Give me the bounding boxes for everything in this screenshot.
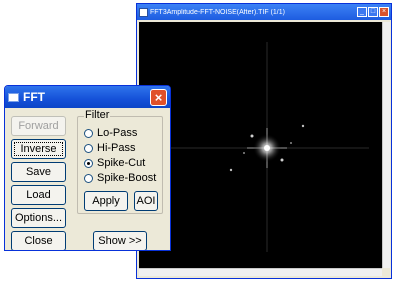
radio-label: Spike-Cut	[97, 157, 146, 169]
radio-button-selected[interactable]	[84, 158, 93, 168]
image-window-titlebar[interactable]: FFT3Amplitude-FFT-NOISE(After).TIF (1/1)…	[137, 4, 391, 20]
fft-dialog-titlebar[interactable]: FFT ×	[5, 86, 170, 108]
radio-label: Hi-Pass	[97, 142, 136, 154]
radio-label: Lo-Pass	[97, 127, 138, 139]
vertical-scrollbar[interactable]	[382, 22, 390, 268]
apply-button[interactable]: Apply	[84, 191, 128, 211]
radio-spike-cut[interactable]: Spike-Cut	[84, 156, 145, 170]
options-button[interactable]: Options...	[11, 208, 66, 228]
radio-button[interactable]	[84, 173, 93, 183]
close-button[interactable]: Close	[11, 231, 66, 250]
radio-hi-pass[interactable]: Hi-Pass	[84, 141, 136, 155]
fft-dialog-title: FFT	[23, 90, 45, 104]
dialog-close-icon[interactable]: ×	[150, 88, 167, 106]
aoi-button[interactable]: AOI	[134, 191, 158, 211]
forward-button[interactable]: Forward	[11, 116, 66, 136]
image-window-title: FFT3Amplitude-FFT-NOISE(After).TIF (1/1)	[150, 8, 285, 16]
maximize-button[interactable]: □	[368, 7, 378, 17]
load-button[interactable]: Load	[11, 185, 66, 205]
image-window: FFT3Amplitude-FFT-NOISE(After).TIF (1/1)…	[136, 3, 392, 279]
horizontal-scrollbar[interactable]	[139, 268, 382, 276]
window-icon	[8, 92, 19, 102]
show-more-button[interactable]: Show >>	[93, 231, 147, 250]
minimize-button[interactable]: _	[357, 7, 367, 17]
save-button[interactable]: Save	[11, 162, 66, 182]
radio-label: Spike-Boost	[97, 172, 157, 184]
filter-group: Filter Lo-Pass Hi-Pass Spike-Cut Spike-B…	[77, 109, 163, 214]
radio-button[interactable]	[84, 128, 93, 138]
fft-dialog: FFT × Forward Inverse Save Load Options.…	[4, 85, 171, 251]
fft-spectrum-image[interactable]	[139, 22, 382, 268]
inverse-button[interactable]: Inverse	[11, 139, 66, 159]
radio-lo-pass[interactable]: Lo-Pass	[84, 126, 137, 140]
radio-spike-boost[interactable]: Spike-Boost	[84, 171, 156, 185]
image-window-close-button[interactable]: ×	[379, 7, 389, 17]
radio-button[interactable]	[84, 143, 93, 153]
filter-group-label: Filter	[84, 109, 111, 121]
image-icon	[139, 7, 148, 17]
